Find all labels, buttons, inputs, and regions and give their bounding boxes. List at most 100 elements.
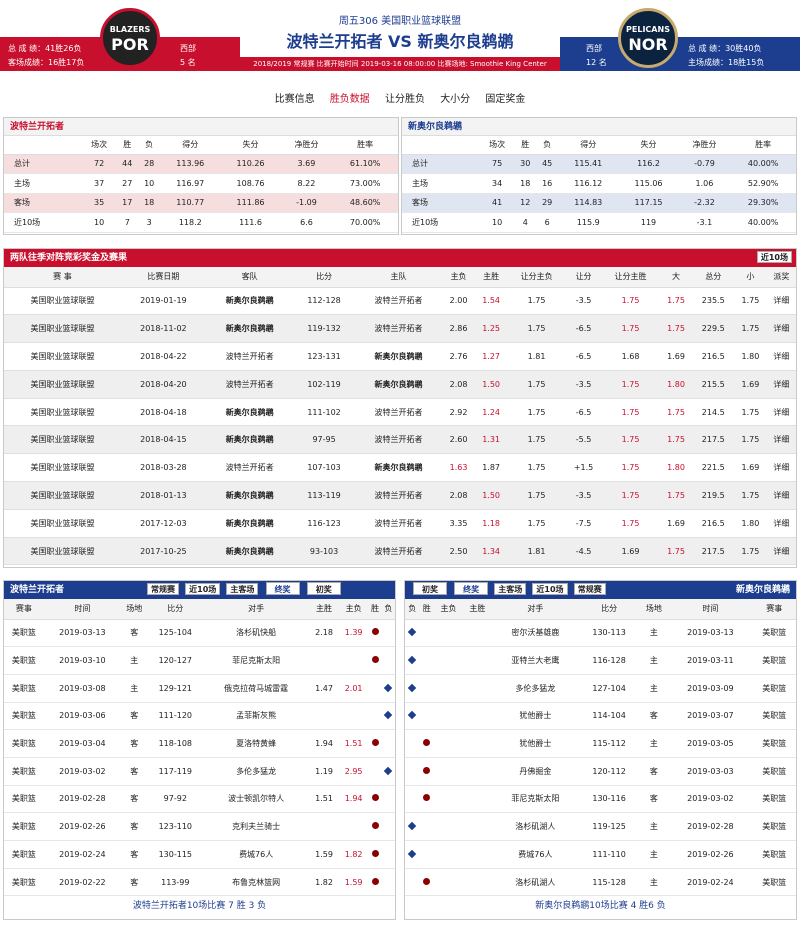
stats-row: 近10场 10 4 6 115.9 119 -3.1 40.00% — [402, 212, 796, 233]
recent-cell: 夏洛特黄蜂 — [203, 729, 310, 758]
h2h-header-row: 赛 事比赛日期 客队 比分 主队 主负 主胜 让分主负 让分 让分主胜大总分小派奖 — [4, 267, 796, 288]
stats-cell: 30 — [514, 154, 537, 174]
h2h-detail-link[interactable]: 详细 — [766, 481, 796, 510]
h2h-cell: 1.75 — [601, 453, 660, 483]
h2h-detail-link[interactable]: 详细 — [766, 425, 796, 455]
h2h-detail-link[interactable]: 详细 — [766, 398, 796, 427]
h2h-cell: 波特兰开拓者 — [354, 509, 443, 538]
h2h-count-select[interactable]: 近10场 — [756, 251, 792, 263]
stats-cell: 41 — [479, 193, 515, 213]
h2h-detail-link[interactable]: 详细 — [766, 509, 796, 538]
win-dot-icon — [423, 766, 431, 774]
match-header: 总 成 绩：41胜26负 客场成绩：16胜17负 西部 5 名 BLAZERS … — [0, 0, 800, 78]
loss-cell — [381, 674, 395, 703]
recent-cell: 2019-03-03 — [668, 757, 753, 786]
recent-cell: 美职篮 — [752, 619, 796, 648]
recent-cell: 多伦多猛龙 — [491, 674, 579, 703]
recent-cell: 111-120 — [147, 702, 204, 731]
h2h-detail-link[interactable]: 详细 — [766, 370, 796, 399]
loss-diamond-icon — [384, 711, 393, 720]
away-count-select[interactable]: 近10场 — [532, 583, 568, 595]
h2h-cell: 1.34 — [474, 537, 508, 566]
loss-cell — [381, 785, 395, 814]
loss-cell — [381, 702, 395, 731]
h2h-cell: 1.50 — [474, 481, 508, 510]
h2h-row: 美国职业篮球联盟 2017-10-25 新奥尔良鹈鹕 93-103 波特兰开拓者 2.50… — [4, 537, 796, 566]
recent-cell — [433, 729, 463, 758]
loss-diamond-icon — [407, 849, 417, 859]
h2h-cell: 2018-04-22 — [120, 342, 206, 371]
h2h-cell: 新奥尔良鹈鹕 — [205, 314, 294, 344]
recent-cell: 97-92 — [147, 785, 204, 814]
h2h-detail-link[interactable]: 详细 — [766, 537, 796, 566]
stats-cell: 18 — [138, 193, 161, 213]
stats-header-cell: 得分 — [160, 136, 221, 155]
recent-cell: 111-110 — [578, 840, 640, 869]
h2h-cell: 219.5 — [692, 481, 735, 510]
h2h-cell: 2.86 — [442, 314, 475, 344]
recent-cell: 美职篮 — [4, 868, 44, 897]
win-cell — [419, 674, 434, 703]
home-final-bonus-button[interactable]: 终奖 — [265, 582, 300, 595]
recent-cell: 美职篮 — [4, 702, 44, 731]
recent-cell: 美职篮 — [4, 812, 44, 841]
h2h-row: 美国职业篮球联盟 2019-01-19 新奥尔良鹈鹕 112-128 波特兰开拓者 2.0… — [4, 287, 796, 316]
recent-header-cell: 时间 — [668, 599, 753, 620]
away-type-select[interactable]: 常规赛 — [573, 583, 606, 595]
recent-cell: 孟菲斯灰熊 — [203, 702, 310, 731]
h2h-cell: 美国职业篮球联盟 — [4, 537, 121, 566]
stats-cell: 总计 — [402, 154, 480, 174]
h2h-cell: 1.69 — [734, 453, 767, 483]
h2h-cell: 1.75 — [734, 481, 767, 510]
stats-cell: 72 — [81, 154, 117, 174]
tab-over-under[interactable]: 大小分 — [440, 94, 470, 105]
recent-cell — [309, 812, 339, 841]
stats-cell: 主场 — [402, 173, 480, 194]
away-stats-title: 新奥尔良鹈鹕 — [402, 118, 796, 136]
home-count-select[interactable]: 近10场 — [185, 583, 221, 595]
stats-header-cell: 胜 — [116, 136, 139, 155]
home-conf: 西部 — [180, 44, 196, 53]
stats-cell: 10 — [479, 212, 515, 233]
tab-handicap[interactable]: 让分胜负 — [385, 94, 425, 105]
recent-cell: 1.51 — [338, 729, 369, 758]
win-cell — [419, 619, 434, 648]
away-venue-select[interactable]: 主客场 — [494, 583, 527, 595]
tab-win-loss[interactable]: 胜负数据 — [330, 94, 370, 105]
recent-cell: 客 — [121, 729, 148, 758]
h2h-cell: 1.87 — [474, 453, 508, 483]
recent-cell: 1.39 — [338, 619, 369, 648]
home-venue-select[interactable]: 主客场 — [226, 583, 259, 595]
h2h-detail-link[interactable]: 详细 — [766, 342, 796, 371]
h2h-detail-link[interactable]: 详细 — [766, 453, 796, 483]
away-final-bonus-button[interactable]: 终奖 — [454, 582, 489, 595]
stats-header-row: 场次胜负得分 失分 净胜分 胜率 — [402, 136, 796, 155]
h2h-cell: 美国职业篮球联盟 — [4, 398, 121, 427]
recent-cell: 美职篮 — [4, 646, 44, 675]
home-stats-table: 场次胜负得分 失分 净胜分 胜率 总计 72 44 28 113.96 110.26 3.69 61.… — [4, 136, 398, 233]
win-cell — [419, 868, 434, 897]
h2h-cell: 波特兰开拓者 — [354, 398, 443, 427]
recent-row: 洛杉矶湖人 115-128 主 2019-02-24 美职篮 — [405, 868, 796, 897]
away-initial-bonus-button[interactable]: 初奖 — [413, 582, 447, 595]
match-info: 2018/2019 常规赛 比赛开始时间 2019-03-16 08:00:00… — [240, 57, 560, 71]
tab-fixed-bonus[interactable]: 固定奖金 — [485, 94, 525, 105]
h2h-cell: 2.08 — [442, 370, 475, 399]
stats-cell: 29.30% — [730, 193, 796, 213]
recent-cell: 129-121 — [147, 674, 204, 703]
recent-cell: 美职篮 — [752, 785, 796, 814]
home-initial-bonus-button[interactable]: 初奖 — [306, 582, 341, 595]
recent-cell: 2019-03-06 — [43, 702, 121, 731]
h2h-detail-link[interactable]: 详细 — [766, 287, 796, 316]
h2h-cell: 1.75 — [601, 398, 660, 427]
stats-cell: -2.32 — [678, 193, 731, 213]
home-type-select[interactable]: 常规赛 — [147, 583, 179, 595]
h2h-cell: 2018-01-13 — [120, 481, 206, 510]
h2h-cell: 波特兰开拓者 — [354, 537, 443, 566]
tab-match-info[interactable]: 比赛信息 — [275, 94, 315, 105]
h2h-cell: 2018-11-02 — [120, 314, 206, 344]
h2h-cell: 1.25 — [474, 314, 508, 344]
loss-diamond-icon — [407, 711, 417, 720]
h2h-detail-link[interactable]: 详细 — [766, 314, 796, 344]
recent-cell — [462, 812, 492, 841]
